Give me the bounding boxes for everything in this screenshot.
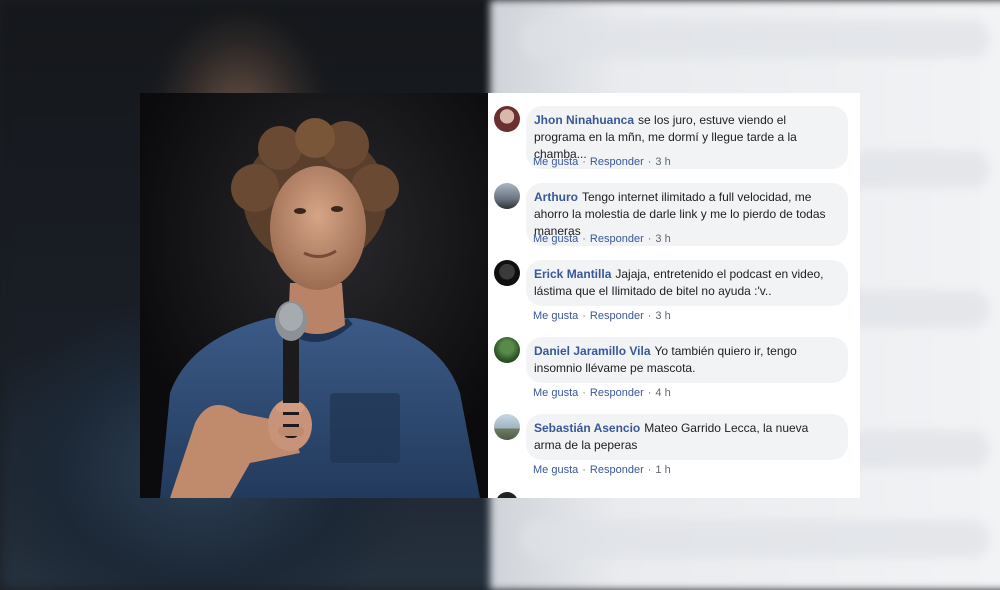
comedian-photo (140, 93, 488, 498)
avatar[interactable] (494, 183, 520, 209)
comment-author[interactable]: Sebastián Asencio (534, 421, 640, 435)
comment-time[interactable]: 1 h (655, 464, 670, 476)
avatar[interactable] (494, 414, 520, 440)
reply-link[interactable]: Responder (590, 464, 644, 476)
separator-dot: · (647, 310, 652, 322)
comment-author[interactable]: Erick Mantilla (534, 267, 611, 281)
comment-item: Arthuro Tengo internet ilimitado a full v… (488, 170, 860, 247)
comment-author[interactable]: Arthuro (534, 190, 578, 204)
reply-link[interactable]: Responder (590, 387, 644, 399)
separator-dot: · (647, 156, 652, 168)
avatar[interactable] (496, 492, 518, 498)
avatar[interactable] (494, 260, 520, 286)
comment-time[interactable]: 3 h (655, 156, 670, 168)
comment-bubble: Erick Mantilla Jajaja, entretenido el pod… (526, 260, 848, 306)
like-link[interactable]: Me gusta (533, 310, 578, 322)
comment-actions: Me gusta · Responder · 4 h (533, 387, 671, 399)
comment-item: Daniel Jaramillo Vila Yo también quiero i… (488, 324, 860, 401)
comment-item: Sebastián Asencio Mateo Garrido Lecca, la… (488, 401, 860, 478)
comment-actions: Me gusta · Responder · 3 h (533, 310, 671, 322)
separator-dot: · (582, 233, 586, 245)
comment-actions: Me gusta · Responder · 1 h (533, 464, 671, 476)
comment-author[interactable]: Jhon Ninahuanca (534, 113, 634, 127)
comment-actions: Me gusta · Responder · 3 h (533, 233, 671, 245)
blurred-row (520, 520, 990, 558)
separator-dot: · (647, 233, 652, 245)
comment-item: Jhon Ninahuanca se los juro, estuve viend… (488, 93, 860, 170)
comment-actions: Me gusta · Responder · 3 h (533, 156, 671, 168)
separator-dot: · (647, 464, 652, 476)
reply-link[interactable]: Responder (590, 310, 644, 322)
like-link[interactable]: Me gusta (533, 233, 578, 245)
comment-bubble: Sebastián Asencio Mateo Garrido Lecca, la… (526, 414, 848, 460)
reply-link[interactable]: Responder (590, 156, 644, 168)
comment-item: Erick Mantilla Jajaja, entretenido el pod… (488, 247, 860, 324)
avatar[interactable] (494, 106, 520, 132)
like-link[interactable]: Me gusta (533, 387, 578, 399)
reply-link[interactable]: Responder (590, 233, 644, 245)
separator-dot: · (582, 464, 586, 476)
separator-dot: · (582, 387, 586, 399)
blurred-row (520, 20, 990, 58)
comment-author[interactable]: Daniel Jaramillo Vila (534, 344, 651, 358)
separator-dot: · (647, 387, 652, 399)
like-link[interactable]: Me gusta (533, 156, 578, 168)
comment-time[interactable]: 3 h (655, 233, 670, 245)
comment-time[interactable]: 4 h (655, 387, 670, 399)
comment-time[interactable]: 3 h (655, 310, 670, 322)
comment-bubble: Daniel Jaramillo Vila Yo también quiero i… (526, 337, 848, 383)
comments-list: Jhon Ninahuanca se los juro, estuve viend… (488, 93, 860, 498)
separator-dot: · (582, 310, 586, 322)
like-link[interactable]: Me gusta (533, 464, 578, 476)
separator-dot: · (582, 156, 586, 168)
avatar[interactable] (494, 337, 520, 363)
